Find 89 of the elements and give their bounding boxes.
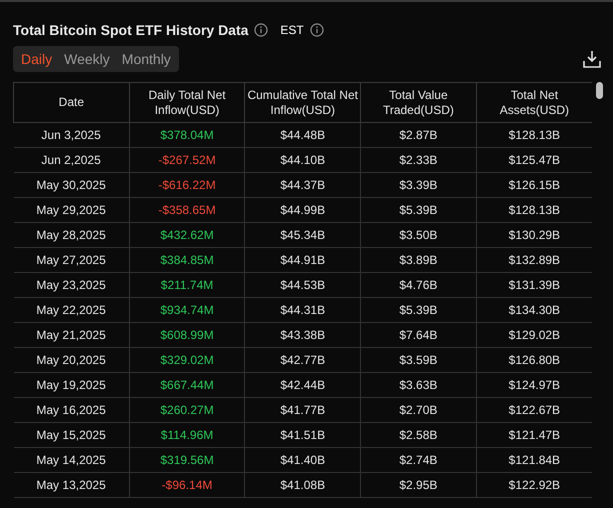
date-cell: May 16,2025 [14,398,130,422]
traded-cell: $2.87B [360,122,476,148]
scrollbar-thumb[interactable] [596,82,603,99]
assets-cell: $122.67B [476,398,592,422]
inflow-cell: -$358.65M [129,198,245,222]
assets-cell: $128.13B [476,122,592,148]
column-header: Total Net Assets(USD) [476,82,592,122]
inflow-cell: -$96.14M [129,472,245,498]
date-cell: Jun 3,2025 [14,122,130,148]
inflow-cell: $934.74M [129,298,245,322]
cumulative-cell: $44.31B [244,298,361,322]
traded-cell: $3.39B [360,172,476,198]
inflow-cell: $260.27M [129,398,245,422]
cumulative-cell: $44.10B [244,148,361,172]
column-header: Date [14,82,130,122]
inflow-cell: $667.44M [129,372,245,398]
inflow-cell: $329.02M [129,348,245,372]
traded-cell: $5.39B [360,198,476,222]
date-cell: May 13,2025 [14,472,130,498]
assets-cell: $130.29B [476,222,592,248]
assets-cell: $125.47B [476,148,592,172]
page-title: Total Bitcoin Spot ETF History Data [13,22,248,38]
timezone-label: EST [280,23,304,37]
assets-cell: $124.97B [476,372,592,398]
traded-cell: $4.76B [360,272,476,298]
period-tab[interactable]: Daily [15,46,58,72]
cumulative-cell: $44.99B [244,198,361,222]
period-tab[interactable]: Monthly [116,46,177,72]
traded-cell: $2.74B [360,448,476,472]
traded-cell: $2.33B [360,148,476,172]
inflow-cell: $319.56M [129,448,245,472]
cumulative-cell: $41.51B [244,422,361,448]
cumulative-cell: $41.08B [244,472,361,498]
inflow-cell: $114.96M [129,422,245,448]
assets-cell: $131.39B [476,272,592,298]
date-cell: May 14,2025 [14,448,130,472]
assets-cell: $121.47B [476,422,592,448]
traded-cell: $5.39B [360,298,476,322]
period-tab[interactable]: Weekly [58,46,116,72]
download-icon[interactable] [583,50,601,68]
traded-cell: $2.95B [360,472,476,498]
assets-cell: $121.84B [476,448,592,472]
inflow-cell: $608.99M [129,322,245,348]
traded-cell: $3.59B [360,348,476,372]
info-icon[interactable] [254,23,268,37]
traded-cell: $2.58B [360,422,476,448]
traded-cell: $3.63B [360,372,476,398]
assets-cell: $126.15B [476,172,592,198]
cumulative-cell: $44.37B [244,172,361,198]
cumulative-cell: $41.40B [244,448,361,472]
date-cell: May 15,2025 [14,422,130,448]
date-cell: May 20,2025 [14,348,130,372]
assets-cell: $129.02B [476,322,592,348]
date-cell: Jun 2,2025 [14,148,130,172]
date-cell: May 30,2025 [14,172,130,198]
cumulative-cell: $45.34B [244,222,361,248]
inflow-cell: $211.74M [129,272,245,298]
cumulative-cell: $41.77B [244,398,361,422]
date-cell: May 22,2025 [14,298,130,322]
column-header: Total Value Traded(USD) [360,82,476,122]
inflow-cell: -$616.22M [129,172,245,198]
assets-cell: $134.30B [476,298,592,322]
date-cell: May 23,2025 [14,272,130,298]
assets-cell: $122.92B [476,472,592,498]
date-cell: May 29,2025 [14,198,130,222]
assets-cell: $128.13B [476,198,592,222]
cumulative-cell: $44.91B [244,248,361,272]
inflow-cell: $384.85M [129,248,245,272]
traded-cell: $3.50B [360,222,476,248]
cumulative-cell: $43.38B [244,322,361,348]
date-cell: May 19,2025 [14,372,130,398]
date-cell: May 27,2025 [14,248,130,272]
column-header: Daily Total Net Inflow(USD) [129,82,245,122]
traded-cell: $7.64B [360,322,476,348]
traded-cell: $3.89B [360,248,476,272]
assets-cell: $126.80B [476,348,592,372]
cumulative-cell: $44.53B [244,272,361,298]
column-header: Cumulative Total Net Inflow(USD) [244,82,361,122]
cumulative-cell: $42.44B [244,372,361,398]
assets-cell: $132.89B [476,248,592,272]
inflow-cell: -$267.52M [129,148,245,172]
date-cell: May 28,2025 [14,222,130,248]
info-icon[interactable] [310,23,324,37]
cumulative-cell: $42.77B [244,348,361,372]
inflow-cell: $378.04M [129,122,245,148]
date-cell: May 21,2025 [14,322,130,348]
traded-cell: $2.70B [360,398,476,422]
inflow-cell: $432.62M [129,222,245,248]
cumulative-cell: $44.48B [244,122,361,148]
